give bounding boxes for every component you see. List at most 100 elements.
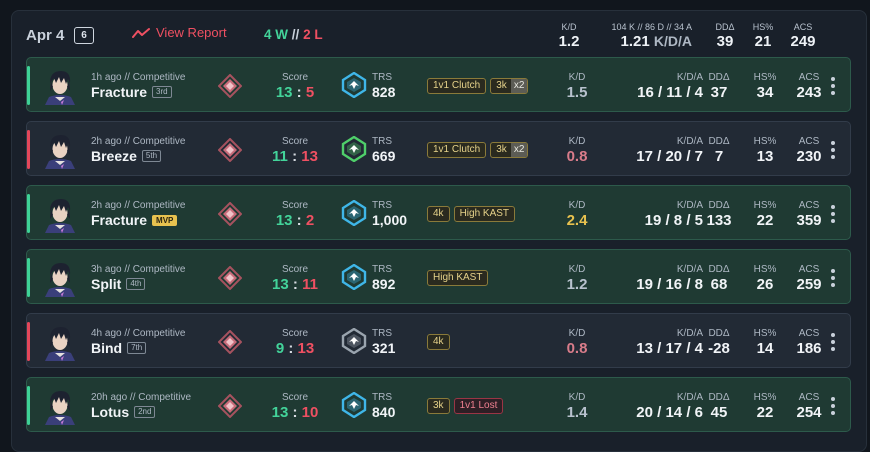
header-kd-value: 1.2: [558, 33, 580, 50]
map-name-group: Bind 7th: [91, 340, 147, 356]
ddd-label: DDΔ: [708, 328, 730, 339]
kd-label: K/D: [568, 200, 586, 211]
agent-avatar: [41, 131, 79, 169]
match-tag: 4k: [427, 206, 450, 222]
match-tag: 1v1 Lost: [453, 398, 504, 414]
trs-label: TRS: [372, 328, 392, 339]
acs-label: ACS: [798, 72, 820, 83]
match-count-badge: 6: [74, 27, 94, 44]
match-row[interactable]: 20h ago // Competitive Lotus 2nd Score 1…: [26, 377, 851, 432]
match-tag: 4k: [427, 334, 450, 350]
result-indicator: [27, 386, 30, 425]
kda-value: 16 / 11 / 4: [637, 84, 703, 101]
map-name: Bind: [91, 340, 123, 356]
tag-label: 3k: [496, 144, 507, 155]
kda-label: K/D/A: [676, 136, 703, 147]
match-row[interactable]: 3h ago // Competitive Split 4th Score 13…: [26, 249, 851, 304]
match-time-mode: 2h ago // Competitive: [91, 136, 186, 147]
losses-count: 2 L: [303, 27, 323, 42]
match-tag: 3k x2: [490, 142, 529, 158]
more-options-icon[interactable]: [827, 139, 839, 161]
mvp-badge: MVP: [152, 214, 178, 226]
map-name: Split: [91, 276, 122, 292]
map-name: Lotus: [91, 404, 130, 420]
trs-rank-icon: [341, 327, 367, 355]
kda-label: K/D/A: [676, 392, 703, 403]
view-report-button[interactable]: View Report: [132, 25, 227, 40]
trs-value: 669: [372, 148, 396, 164]
hs-value: 34: [756, 84, 774, 101]
match-time-mode: 2h ago // Competitive: [91, 200, 186, 211]
enemy-score: 11: [302, 276, 318, 293]
map-name: Fracture: [91, 84, 148, 100]
tag-label: 3k: [433, 400, 444, 411]
trs-label: TRS: [372, 392, 392, 403]
match-history-panel: Apr 4 6 View Report 4 W // 2 L K/D 1.2 1…: [11, 10, 867, 452]
map-name: Fracture: [91, 212, 148, 228]
match-tags: 4k: [427, 334, 450, 350]
match-score: 13 : 2: [275, 212, 315, 229]
header-kda-value: 1.21 K/D/A: [592, 33, 693, 50]
trs-value: 828: [372, 84, 396, 100]
acs-value: 186: [796, 340, 822, 357]
kda-value: 13 / 17 / 4: [636, 340, 703, 357]
trs-rank-icon: [341, 263, 367, 291]
match-row[interactable]: 2h ago // Competitive Fracture MVP Score…: [26, 185, 851, 240]
match-score: 13 : 5: [275, 84, 315, 101]
hs-value: 14: [756, 340, 774, 357]
kd-value: 1.2: [566, 276, 588, 293]
more-options-icon[interactable]: [827, 203, 839, 225]
kda-label: K/D/A: [676, 72, 703, 83]
match-row[interactable]: 1h ago // Competitive Fracture 3rd Score…: [26, 57, 851, 112]
acs-value: 230: [796, 148, 822, 165]
trs-value: 1,000: [372, 212, 408, 228]
win-loss-summary: 4 W // 2 L: [264, 27, 323, 42]
trs-label: TRS: [372, 264, 392, 275]
trend-line-icon: [132, 27, 150, 38]
result-indicator: [27, 130, 30, 169]
kd-value: 2.4: [566, 212, 588, 229]
score-label: Score: [281, 328, 309, 339]
map-name-group: Fracture 3rd: [91, 84, 172, 100]
match-row[interactable]: 4h ago // Competitive Bind 7th Score 9 :…: [26, 313, 851, 368]
more-options-icon[interactable]: [827, 267, 839, 289]
header-hs-value: 21: [754, 33, 772, 50]
more-options-icon[interactable]: [827, 331, 839, 353]
rank-icon: [217, 329, 243, 355]
acs-label: ACS: [798, 264, 820, 275]
rank-icon: [217, 393, 243, 419]
more-options-icon[interactable]: [827, 395, 839, 417]
more-options-icon[interactable]: [827, 75, 839, 97]
agent-avatar: [41, 323, 79, 361]
placement-badge: 3rd: [152, 86, 172, 98]
acs-label: ACS: [798, 328, 820, 339]
header-kd-label: K/D: [561, 22, 577, 32]
rank-icon: [217, 137, 243, 163]
rank-icon: [217, 73, 243, 99]
kda-value: 19 / 8 / 5: [644, 212, 703, 229]
team-score: 13: [275, 84, 293, 101]
ddd-label: DDΔ: [708, 200, 730, 211]
tag-label: 1v1 Lost: [459, 400, 498, 411]
match-tags: 4k High KAST: [427, 206, 516, 222]
match-score: 13 : 10: [271, 404, 319, 421]
acs-label: ACS: [798, 136, 820, 147]
hs-label: HS%: [753, 200, 777, 211]
header-ddd-label: DDΔ: [715, 22, 735, 32]
enemy-score: 13: [297, 340, 315, 357]
header-kda-ratio: 1.21: [620, 33, 650, 50]
tag-label: 1v1 Clutch: [433, 80, 481, 91]
acs-value: 254: [796, 404, 822, 421]
tag-label: 4k: [433, 208, 444, 219]
ddd-value: 37: [710, 84, 728, 101]
trs-value: 840: [372, 404, 396, 420]
kd-label: K/D: [568, 264, 586, 275]
trs-rank-icon: [341, 71, 367, 99]
kda-label: K/D/A: [676, 264, 703, 275]
hs-value: 22: [756, 212, 774, 229]
kd-label: K/D: [568, 392, 586, 403]
match-row[interactable]: 2h ago // Competitive Breeze 5th Score 1…: [26, 121, 851, 176]
day-date: Apr 4: [26, 27, 65, 44]
match-tag: 1v1 Clutch: [427, 78, 487, 94]
trs-rank-icon: [341, 391, 367, 419]
